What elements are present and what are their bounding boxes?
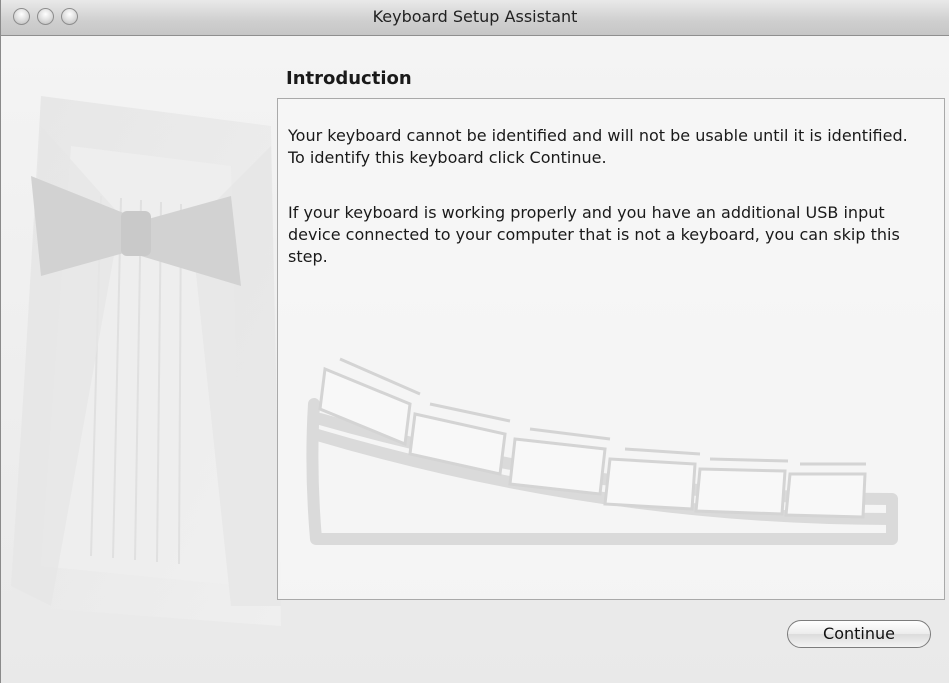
title-bar[interactable]: Keyboard Setup Assistant xyxy=(1,0,949,36)
keyboard-setup-window: Keyboard Setup Assistant Introduction Yo… xyxy=(0,0,949,683)
keyboard-illustration-icon xyxy=(306,357,898,545)
skip-paragraph: If your keyboard is working properly and… xyxy=(288,203,900,266)
window-title: Keyboard Setup Assistant xyxy=(372,7,578,26)
page-title: Introduction xyxy=(286,68,412,89)
tuxedo-background-image xyxy=(11,96,281,626)
content-area: Introduction Your keyboard cannot be ide… xyxy=(1,36,949,683)
instructions-panel: Your keyboard cannot be identified and w… xyxy=(277,98,945,600)
intro-paragraph: Your keyboard cannot be identified and w… xyxy=(288,126,908,167)
continue-button[interactable]: Continue xyxy=(787,620,931,648)
